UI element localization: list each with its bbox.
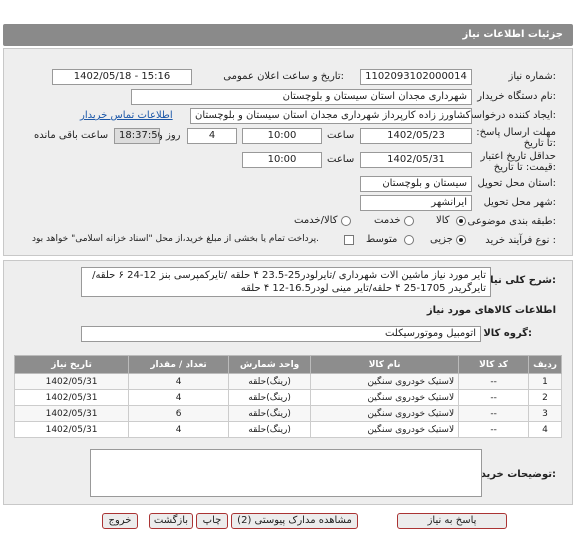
col-code: کد کالا [458, 355, 530, 374]
row-name: لاستیک خودروی سنگین [310, 421, 460, 438]
process-medium-label: متوسط [366, 234, 398, 245]
need-number-label: شماره نیاز: [508, 71, 556, 82]
goods-info-title: اطلاعات کالاهای مورد نیاز [426, 305, 556, 316]
send-date-field: 1402/05/23 [360, 128, 472, 144]
province-label: استان محل تحویل: [477, 178, 556, 189]
row-qty: 4 [128, 373, 230, 390]
category-goods-label: کالا [436, 215, 450, 226]
row-unit: (رینگ)حلقه [228, 405, 312, 422]
validity-label: حداقل تاریخ اعتبار قیمت: تا تاریخ: [480, 151, 556, 173]
process-label: نوع فرآیند خرید : [485, 235, 556, 246]
validity-hour-label: ساعت [327, 154, 355, 165]
col-name: نام کالا [310, 355, 460, 374]
goods-group-field: اتومبیل وموتورسیکلت [81, 326, 481, 342]
treasury-payment-note: پرداخت تمام یا بخشی از مبلغ خرید،از محل … [32, 234, 320, 244]
reply-button[interactable]: پاسخ به نیاز [397, 513, 507, 529]
buyer-org-field: شهرداری مجدان استان سیستان و بلوچستان [131, 89, 472, 105]
days-field: 4 [187, 128, 237, 144]
buyer-org-label: نام دستگاه خریدار: [477, 91, 556, 102]
validity-date-field: 1402/05/31 [360, 152, 472, 168]
row-date: 1402/05/31 [13, 373, 130, 390]
process-minor-label: جزیی [430, 234, 453, 245]
treasury-payment-checkbox[interactable] [344, 235, 354, 245]
row-code: -- [458, 373, 530, 390]
province-field: سیستان و بلوچستان [360, 176, 472, 192]
city-label: شهر محل تحویل: [483, 197, 556, 208]
row-code: -- [458, 421, 530, 438]
remaining-time-field: 18:37:50 [114, 128, 160, 144]
remaining-label: ساعت باقی مانده [34, 130, 109, 141]
buyer-notes-field [90, 449, 482, 497]
row-qty: 4 [128, 421, 230, 438]
validity-time-field: 10:00 [242, 152, 322, 168]
row-code: -- [458, 405, 530, 422]
category-goods-radio[interactable] [456, 216, 466, 226]
goods-table: ردیف کد کالا نام کالا واحد شمارش تعداد /… [13, 355, 562, 438]
send-deadline-label: مهلت ارسال پاسخ: تا تاریخ: [476, 127, 556, 149]
send-time-field: 10:00 [242, 128, 322, 144]
row-index: 1 [528, 373, 562, 390]
city-field: ایرانشهر [360, 195, 472, 211]
table-row: 4 -- لاستیک خودروی سنگین (رینگ)حلقه 4 14… [13, 421, 562, 438]
row-date: 1402/05/31 [13, 421, 130, 438]
col-qty: تعداد / مقدار [128, 355, 230, 374]
buyer-contact-link[interactable]: اطلاعات تماس خریدار [80, 110, 173, 121]
days-label: روز و [158, 130, 181, 141]
category-service-radio[interactable] [404, 216, 414, 226]
row-name: لاستیک خودروی سنگین [310, 405, 460, 422]
category-label: طبقه بندی موضوعی: [467, 216, 557, 227]
table-row: 1 -- لاستیک خودروی سنگین (رینگ)حلقه 4 14… [13, 373, 562, 390]
description-label: شرح کلی نیاز: [484, 275, 556, 286]
description-field: تایر مورد نیاز ماشین الات شهرداری /تایرل… [81, 267, 491, 297]
table-row: 3 -- لاستیک خودروی سنگین (رینگ)حلقه 6 14… [13, 405, 562, 422]
print-button[interactable]: چاپ [196, 513, 228, 529]
send-hour-label: ساعت [327, 130, 355, 141]
category-service-label: خدمت [374, 215, 401, 226]
row-unit: (رینگ)حلقه [228, 373, 312, 390]
page-title: جزئیات اطلاعات نیاز [462, 29, 563, 40]
buyer-notes-label: توضیحات خریدار: [471, 469, 556, 480]
goods-table-header: ردیف کد کالا نام کالا واحد شمارش تعداد /… [13, 355, 562, 374]
row-name: لاستیک خودروی سنگین [310, 373, 460, 390]
process-medium-radio[interactable] [404, 235, 414, 245]
exit-button[interactable]: خروج [102, 513, 138, 529]
row-code: -- [458, 389, 530, 406]
announce-field: 1402/05/18 - 15:16 [52, 69, 192, 85]
creator-label: ایجاد کننده درخواست: [463, 110, 556, 121]
table-row: 2 -- لاستیک خودروی سنگین (رینگ)حلقه 4 14… [13, 389, 562, 406]
col-date: تاریخ نیاز [13, 355, 130, 374]
row-unit: (رینگ)حلقه [228, 421, 312, 438]
row-unit: (رینگ)حلقه [228, 389, 312, 406]
need-info-panel: شماره نیاز: 1102093102000014 تاریخ و ساع… [3, 48, 573, 256]
row-qty: 6 [128, 405, 230, 422]
goods-panel: شرح کلی نیاز: تایر مورد نیاز ماشین الات … [3, 260, 573, 505]
creator-field: ولی محمد کشاورز زاده کارپرداز شهرداری مج… [190, 108, 472, 124]
process-minor-radio[interactable] [456, 235, 466, 245]
page-header: جزئیات اطلاعات نیاز [0, 0, 576, 52]
row-date: 1402/05/31 [13, 405, 130, 422]
need-number-field: 1102093102000014 [360, 69, 472, 85]
col-unit: واحد شمارش [228, 355, 312, 374]
back-button[interactable]: بازگشت [149, 513, 193, 529]
row-index: 3 [528, 405, 562, 422]
announce-label: تاریخ و ساعت اعلان عمومی: [223, 71, 344, 82]
row-date: 1402/05/31 [13, 389, 130, 406]
category-goods-service-radio[interactable] [341, 216, 351, 226]
col-index: ردیف [528, 355, 562, 374]
row-name: لاستیک خودروی سنگین [310, 389, 460, 406]
view-attachments-button[interactable]: مشاهده مدارک پیوستی (2) [231, 513, 358, 529]
row-index: 4 [528, 421, 562, 438]
goods-group-label: گروه کالا: [483, 328, 532, 339]
category-goods-service-label: کالا/خدمت [294, 215, 338, 226]
row-index: 2 [528, 389, 562, 406]
header-bar: جزئیات اطلاعات نیاز [3, 24, 573, 46]
row-qty: 4 [128, 389, 230, 406]
